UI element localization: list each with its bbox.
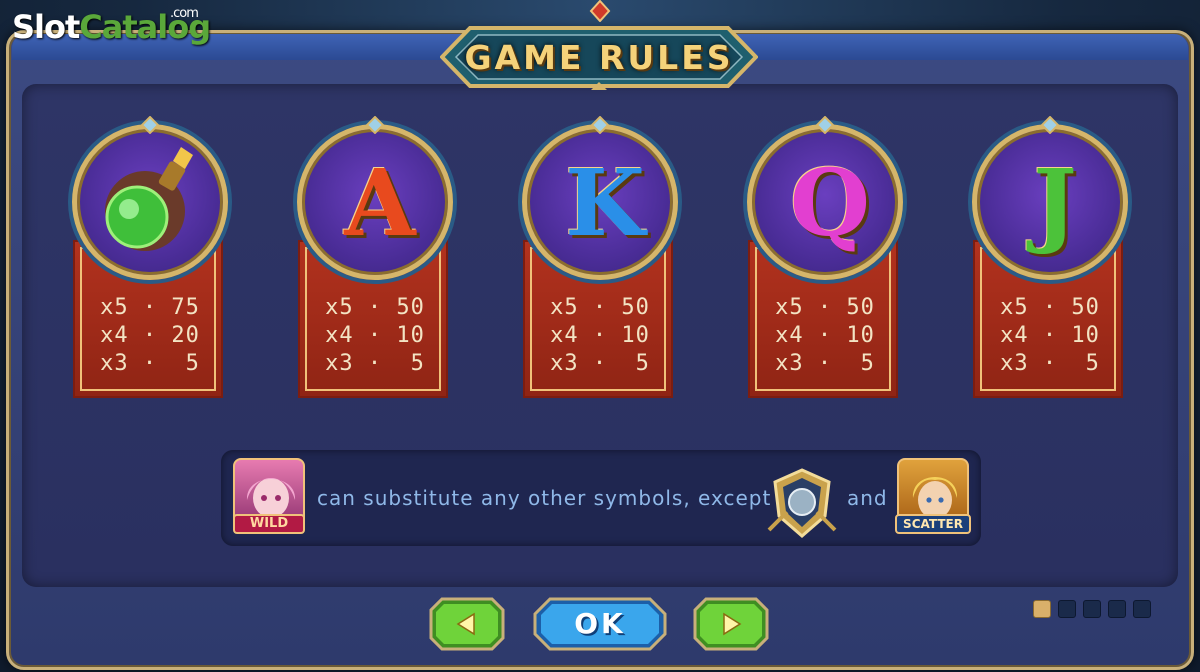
wild-description: can substitute any other symbols, except [317,486,772,510]
pay-line: x4 · 20 [100,323,200,348]
symbol-card-q: Qx5 · 50 x4 · 10 x3 · 5 [745,116,905,400]
symbol-circle [72,124,228,280]
pay-line: x3 · 5 [1000,351,1100,376]
and-text: and [847,486,888,510]
pay-line: x5 · 75 [100,295,200,320]
ok-label: OK [574,607,626,640]
slotcatalog-logo: SlotCatalog .com [12,6,211,46]
gem-icon [591,116,609,134]
pay-line: x4 · 10 [550,323,650,348]
symbol-card-j: Jx5 · 50 x4 · 10 x3 · 5 [970,116,1130,400]
symbol-card-potion: x5 · 75 x4 · 20 x3 · 5 [70,116,230,400]
pay-line: x4 · 10 [775,323,875,348]
title-plaque: GAME RULES [440,24,758,90]
symbol-letter-a: A [344,149,416,257]
next-button[interactable] [692,596,770,652]
page-dot-5[interactable] [1133,600,1151,618]
pagination-dots [1033,600,1159,620]
gem-icon [1041,116,1059,134]
gem-icon [141,116,159,134]
pay-line: x3 · 5 [325,351,425,376]
scatter-label: SCATTER [895,514,971,534]
ok-button[interactable]: OK [532,596,668,652]
symbol-letter-q: Q [789,149,871,257]
symbol-letter-k: K [565,149,645,257]
symbol-card-k: Kx5 · 50 x4 · 10 x3 · 5 [520,116,680,400]
pay-line: x4 · 10 [1000,323,1100,348]
arrow-left-icon [429,597,505,651]
pay-line: x5 · 50 [550,295,650,320]
arrow-right-icon [693,597,769,651]
paytable-values: x5 · 50 x4 · 10 x3 · 5 [745,294,905,378]
symbol-circle: A [297,124,453,280]
symbol-circle: J [972,124,1128,280]
potion-bomb-icon [105,147,193,251]
paytable-values: x5 · 75 x4 · 20 x3 · 5 [70,294,230,378]
prev-button[interactable] [428,596,506,652]
wild-info-row: WILD can substitute any other symbols, e… [221,450,981,546]
page-dot-2[interactable] [1058,600,1076,618]
wild-label: WILD [233,514,305,534]
pay-line: x4 · 10 [325,323,425,348]
pay-line: x3 · 5 [100,351,200,376]
pay-line: x3 · 5 [550,351,650,376]
logo-com: .com [170,6,199,21]
page-dot-4[interactable] [1108,600,1126,618]
gem-icon [366,116,384,134]
paytable-values: x5 · 50 x4 · 10 x3 · 5 [970,294,1130,378]
page-title: GAME RULES [464,38,734,77]
pay-line: x3 · 5 [775,351,875,376]
symbol-circle: Q [747,124,903,280]
symbol-card-a: Ax5 · 50 x4 · 10 x3 · 5 [295,116,455,400]
paytable-values: x5 · 50 x4 · 10 x3 · 5 [295,294,455,378]
page-dot-3[interactable] [1083,600,1101,618]
pay-line: x5 · 50 [325,295,425,320]
pay-line: x5 · 50 [1000,295,1100,320]
paytable-values: x5 · 50 x4 · 10 x3 · 5 [520,294,680,378]
symbol-circle: K [522,124,678,280]
gem-icon [816,116,834,134]
red-gem-icon [589,0,611,22]
page-dot-1[interactable] [1033,600,1051,618]
symbol-letter-j: J [1033,149,1077,257]
pay-line: x5 · 50 [775,295,875,320]
shield-bonus-icon [767,468,837,538]
logo-slot: Slot [12,8,80,46]
